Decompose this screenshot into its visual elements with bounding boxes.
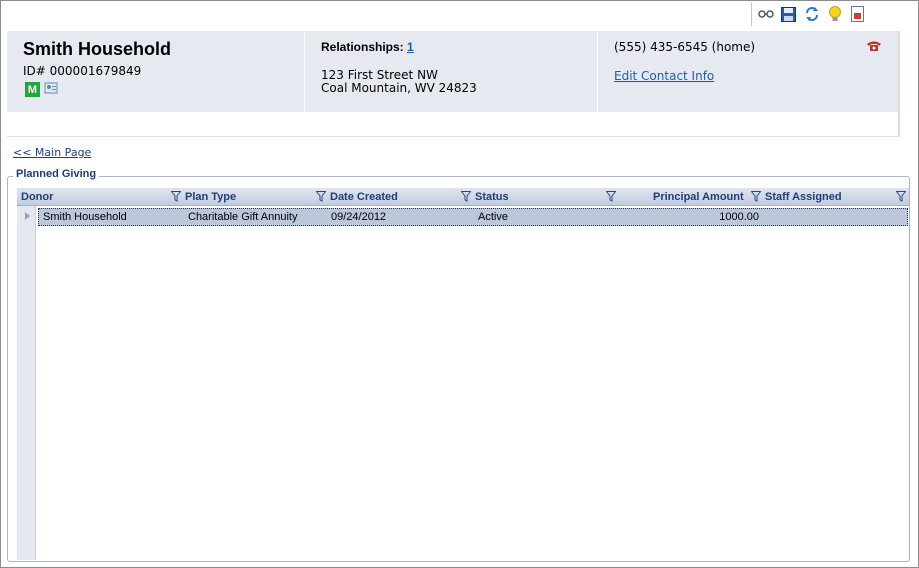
column-header-staff-assigned[interactable]: Staff Assigned [765,189,842,205]
contact-card-icon[interactable] [44,81,58,98]
relationships-label: Relationships: [321,40,404,54]
filter-icon[interactable] [895,191,907,202]
constituent-id: ID# 000001679849 [23,64,142,78]
report-icon[interactable] [848,5,867,24]
badge-row: M [25,81,58,98]
filter-icon[interactable] [460,191,472,202]
relationships-panel: Relationships: 1 123 First Street NW Coa… [305,31,598,112]
column-header-donor[interactable]: Donor [21,189,53,205]
header-bottom-rule [7,136,900,137]
filter-icon[interactable] [315,191,327,202]
main-page-link[interactable]: << Main Page [13,146,91,159]
edit-contact-info-link[interactable]: Edit Contact Info [614,69,714,83]
identity-panel: Smith Household ID# 000001679849 M [7,31,305,112]
contact-panel: (555) 435-6545 (home) Edit Contact Info [598,31,898,112]
phone-number: (555) 435-6545 (home) [614,40,756,54]
planned-giving-grid: Donor Plan Type Date Created Status Prin… [17,188,909,560]
filter-icon[interactable] [170,191,182,202]
cell-principal-amount: 1000.00 [719,211,759,223]
member-badge[interactable]: M [25,82,40,97]
column-header-plan-type[interactable]: Plan Type [185,189,236,205]
row-indicator-icon [25,212,30,220]
address-block: 123 First Street NW Coal Mountain, WV 24… [321,69,477,95]
lightbulb-icon[interactable] [825,5,844,24]
table-row[interactable]: Smith Household Charitable Gift Annuity … [38,208,908,226]
refresh-icon[interactable] [802,5,821,24]
column-header-date-created[interactable]: Date Created [330,189,398,205]
grid-header: Donor Plan Type Date Created Status Prin… [17,188,909,206]
cell-status: Active [478,211,508,223]
column-header-principal-amount[interactable]: Principal Amount [653,189,744,205]
planned-giving-legend: Planned Giving [13,168,100,180]
telephone-icon[interactable] [866,40,882,52]
header-divider [898,31,900,136]
cell-donor: Smith Household [43,211,127,223]
save-icon[interactable] [779,5,798,24]
address-line2: Coal Mountain, WV 24823 [321,81,477,95]
constituent-name: Smith Household [23,39,171,59]
toolbar [751,2,911,26]
filter-icon[interactable] [750,191,762,202]
row-selector-gutter [17,206,36,560]
cell-plan-type: Charitable Gift Annuity [188,211,298,223]
relationships-line: Relationships: 1 [321,40,414,54]
filter-icon[interactable] [605,191,617,202]
glasses-icon[interactable] [756,5,775,24]
constituent-header: Smith Household ID# 000001679849 M Relat… [7,31,898,112]
column-header-status[interactable]: Status [475,189,509,205]
relationships-count-link[interactable]: 1 [407,40,414,54]
cell-date-created: 09/24/2012 [331,211,387,223]
